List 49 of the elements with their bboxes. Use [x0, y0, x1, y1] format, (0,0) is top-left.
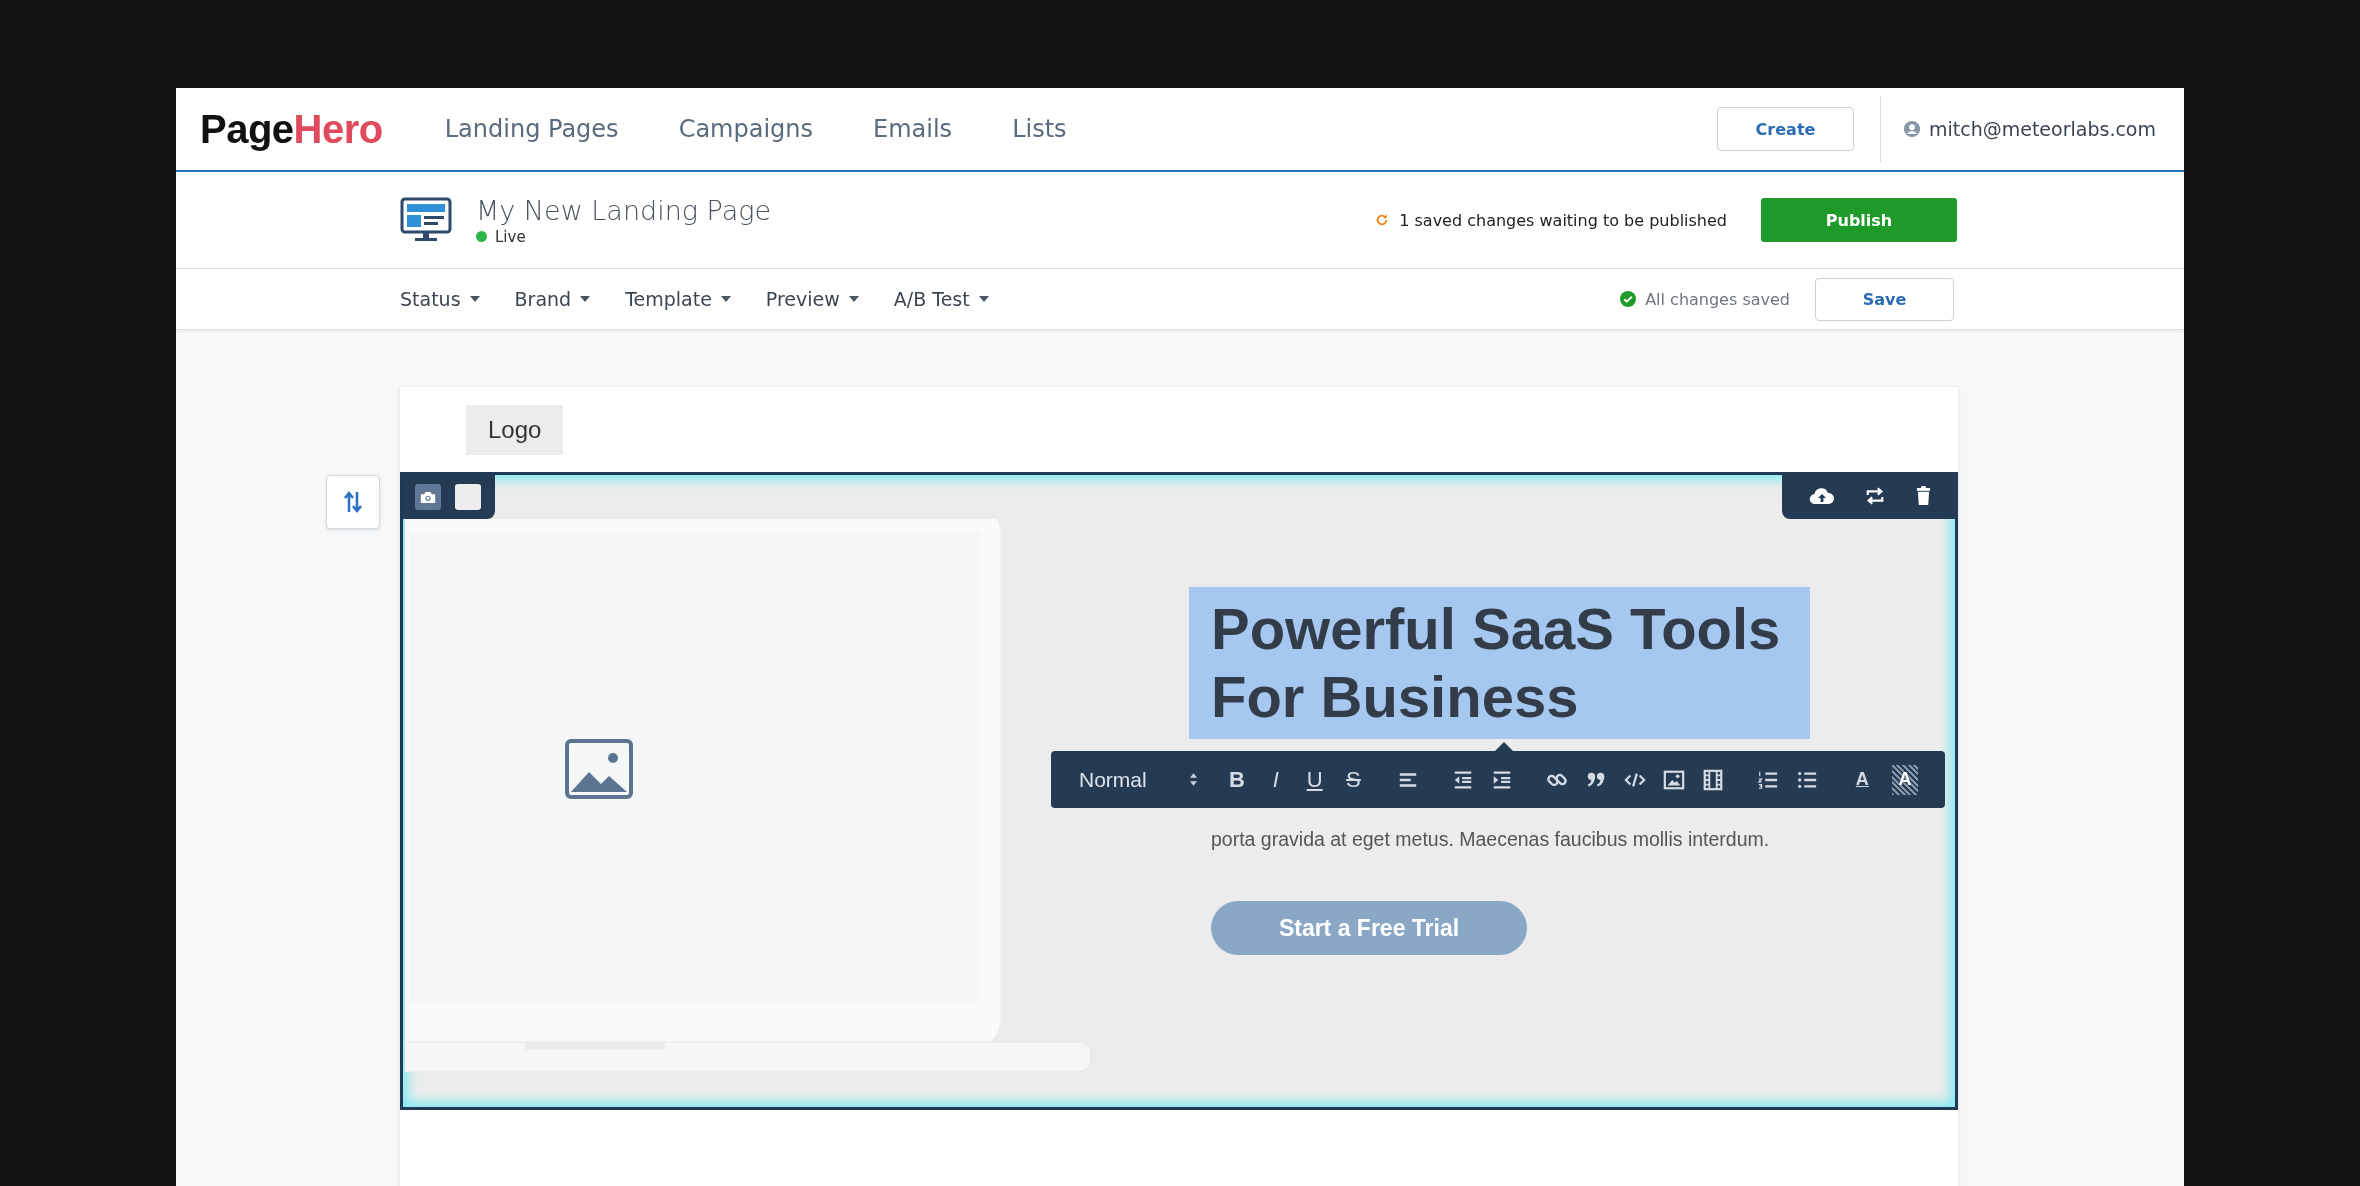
status-label: Live — [495, 227, 526, 246]
menu-dropdown[interactable]: Preview — [765, 288, 859, 310]
reorder-button[interactable] — [326, 475, 380, 529]
menu-dropdown[interactable]: A/B Test — [893, 288, 989, 310]
hero-headline[interactable]: Powerful SaaS Tools For Business — [1189, 587, 1810, 739]
save-button[interactable]: Save — [1815, 277, 1954, 321]
updown-icon — [1189, 772, 1199, 787]
camera-button[interactable] — [415, 484, 441, 510]
trash-icon[interactable] — [1915, 486, 1931, 505]
background-color-swatch[interactable] — [455, 484, 481, 510]
toolbar-pointer — [1494, 742, 1514, 752]
save-status: All changes saved — [1645, 289, 1790, 309]
strikethrough-button[interactable]: S — [1336, 764, 1371, 795]
bold-button[interactable]: B — [1220, 764, 1254, 795]
text-color-button[interactable]: A — [1845, 764, 1880, 795]
cloud-upload-icon[interactable] — [1809, 486, 1836, 505]
caret-icon — [580, 296, 591, 302]
refresh-icon — [1375, 213, 1390, 227]
swap-vertical-icon — [343, 490, 363, 514]
caret-icon — [978, 296, 989, 302]
film-icon[interactable] — [1702, 768, 1725, 791]
publish-button[interactable]: Publish — [1761, 198, 1957, 242]
publish-notice: 1 saved changes waiting to be published — [1399, 210, 1727, 230]
nav-link[interactable]: Landing Pages — [444, 115, 619, 143]
monitor-icon — [400, 197, 452, 243]
menu-dropdown[interactable]: Brand — [514, 288, 591, 310]
menu-dropdown[interactable]: Status — [400, 288, 480, 310]
paragraph-line: porta gravida at eget metus. Maecenas faucibus mollis interdum. — [1211, 827, 1771, 852]
caret-icon — [720, 296, 731, 302]
user-icon — [1903, 120, 1921, 138]
logo[interactable]: PageHero — [200, 106, 383, 152]
caret-icon — [848, 296, 859, 302]
nav-link[interactable]: Campaigns — [678, 115, 814, 143]
logo-placeholder[interactable]: Logo — [466, 404, 564, 455]
italic-button[interactable]: I — [1258, 764, 1293, 795]
create-button[interactable]: Create — [1717, 107, 1854, 151]
nav-link[interactable]: Lists — [1012, 115, 1067, 143]
caret-icon — [469, 296, 480, 302]
underline-button[interactable]: U — [1297, 764, 1332, 795]
check-icon — [1620, 291, 1637, 307]
page-title: My New Landing Page — [476, 194, 771, 226]
user-email[interactable]: mitch@meteorlabs.com — [1929, 118, 2156, 140]
menu-dropdown[interactable]: Template — [625, 288, 731, 310]
block-style-select[interactable]: Normal — [1079, 767, 1199, 792]
camera-icon — [420, 490, 436, 504]
nav-link[interactable]: Emails — [873, 115, 953, 143]
image-icon — [565, 739, 633, 799]
swap-icon[interactable] — [1865, 485, 1886, 506]
image-icon[interactable] — [1663, 768, 1686, 791]
